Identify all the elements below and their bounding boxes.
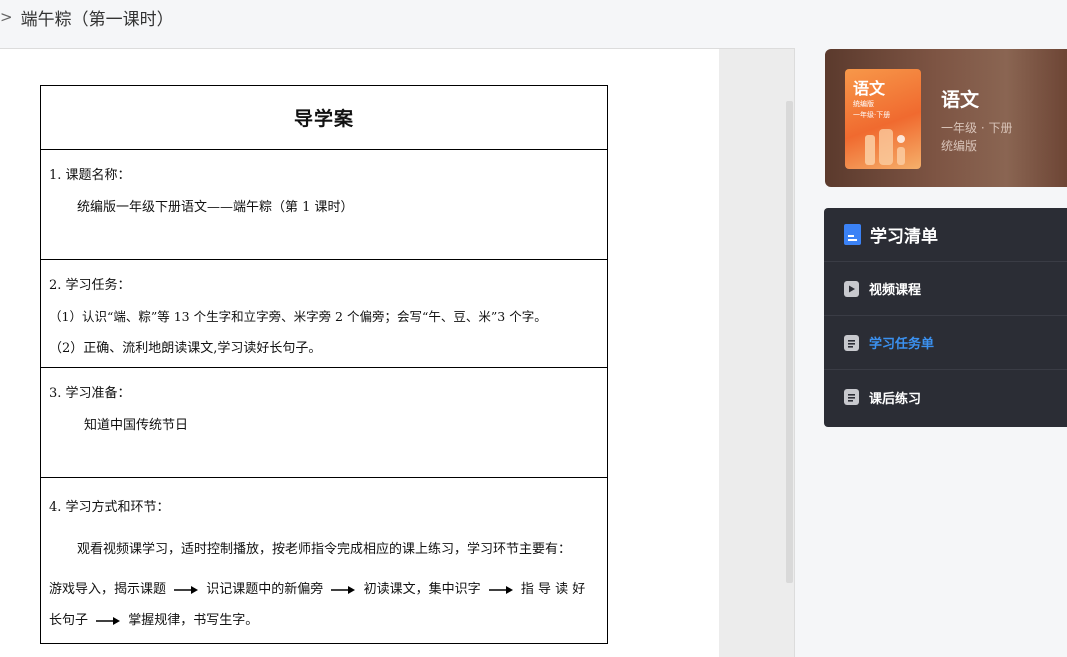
- section-heading: 3. 学习准备：: [49, 386, 131, 401]
- study-item-label: 课后练习: [869, 391, 922, 407]
- document-viewer[interactable]: 导学案 1. 课题名称： 统编版一年级下册语文——端午粽（第 1 课时） 2. …: [0, 48, 795, 657]
- course-edition: 统编版: [941, 139, 978, 153]
- cover-edition: 统编版: [853, 100, 874, 108]
- section-line: 知道中国传统节日: [84, 418, 189, 433]
- cover-title: 语文: [853, 79, 886, 98]
- flow-line: 游戏导入，揭示课题 识记课题中的新偏旁 初读课文，集中识字 指 导 读 好: [49, 578, 585, 597]
- arrow-right-icon: [488, 585, 513, 594]
- arrow-right-icon: [96, 616, 121, 625]
- course-card[interactable]: 语文 统编版 一年级·下册 语文 一年级 · 下册 统编版: [825, 49, 1067, 187]
- section-line: 观看视频课学习，适时控制播放，按老师指令完成相应的课上练习，学习环节主要有：: [77, 542, 572, 557]
- section-topic: 1. 课题名称： 统编版一年级下册语文——端午粽（第 1 课时）: [41, 149, 607, 259]
- study-item-label: 学习任务单: [869, 337, 935, 352]
- video-icon: [844, 280, 859, 297]
- study-list-header: 学习清单: [824, 208, 1067, 262]
- section-line: （1）认识“端、粽”等 13 个生字和立字旁、米字旁 2 个偏旁；会写“午、豆、…: [49, 309, 547, 324]
- textbook-cover: 语文 统编版 一年级·下册: [845, 69, 921, 169]
- section-heading: 1. 课题名称：: [49, 168, 131, 183]
- section-prep: 3. 学习准备： 知道中国传统节日: [41, 367, 607, 477]
- arrow-right-icon: [174, 585, 199, 594]
- document-icon: [844, 334, 859, 351]
- flow-step: 游戏导入，揭示课题: [49, 582, 167, 597]
- sheet-title: 导学案: [293, 108, 354, 130]
- section-heading: 2. 学习任务：: [49, 278, 131, 293]
- flow-step: 指 导 读 好: [520, 582, 586, 597]
- cover-illustration-icon: [865, 129, 905, 165]
- section-tasks: 2. 学习任务： （1）认识“端、粽”等 13 个生字和立字旁、米字旁 2 个偏…: [41, 259, 607, 367]
- arrow-right-icon: [331, 585, 356, 594]
- flow-step: 长句子: [49, 613, 89, 628]
- study-list-title: 学习清单: [870, 227, 938, 247]
- course-grade: 一年级 · 下册: [941, 121, 1013, 135]
- breadcrumb-current: 端午粽（第一课时）: [20, 9, 174, 30]
- study-list-panel: 学习清单 视频课程 学习任务单 课后练习: [824, 208, 1067, 427]
- study-item-worksheet[interactable]: 学习任务单: [824, 316, 1067, 370]
- checklist-icon: [844, 224, 861, 245]
- flow-step: 初读课文，集中识字: [363, 582, 481, 597]
- document-icon: [844, 389, 859, 405]
- viewer-gutter: [719, 49, 794, 657]
- section-method: 4. 学习方式和环节： 观看视频课学习，适时控制播放，按老师指令完成相应的课上练…: [41, 477, 607, 643]
- section-heading: 4. 学习方式和环节：: [49, 500, 170, 515]
- section-line: （2）正确、流利地朗读课文,学习读好长句子。: [49, 341, 322, 356]
- flow-line: 长句子 掌握规律，书写生字。: [49, 609, 258, 628]
- section-line: 统编版一年级下册语文——端午粽（第 1 课时）: [77, 200, 354, 215]
- flow-step: 识记课题中的新偏旁: [206, 582, 324, 597]
- study-item-exercise[interactable]: 课后练习: [824, 370, 1067, 424]
- flow-step: 掌握规律，书写生字。: [128, 613, 259, 628]
- cover-grade: 一年级·下册: [853, 111, 891, 119]
- study-item-label: 视频课程: [869, 283, 922, 298]
- breadcrumb: > 端午粽（第一课时）: [0, 0, 1067, 34]
- breadcrumb-separator: >: [0, 8, 13, 26]
- guide-sheet: 导学案 1. 课题名称： 统编版一年级下册语文——端午粽（第 1 课时） 2. …: [40, 85, 608, 644]
- study-item-video[interactable]: 视频课程: [824, 262, 1067, 316]
- viewer-scrollbar[interactable]: [786, 101, 793, 583]
- course-title: 语文: [941, 89, 980, 111]
